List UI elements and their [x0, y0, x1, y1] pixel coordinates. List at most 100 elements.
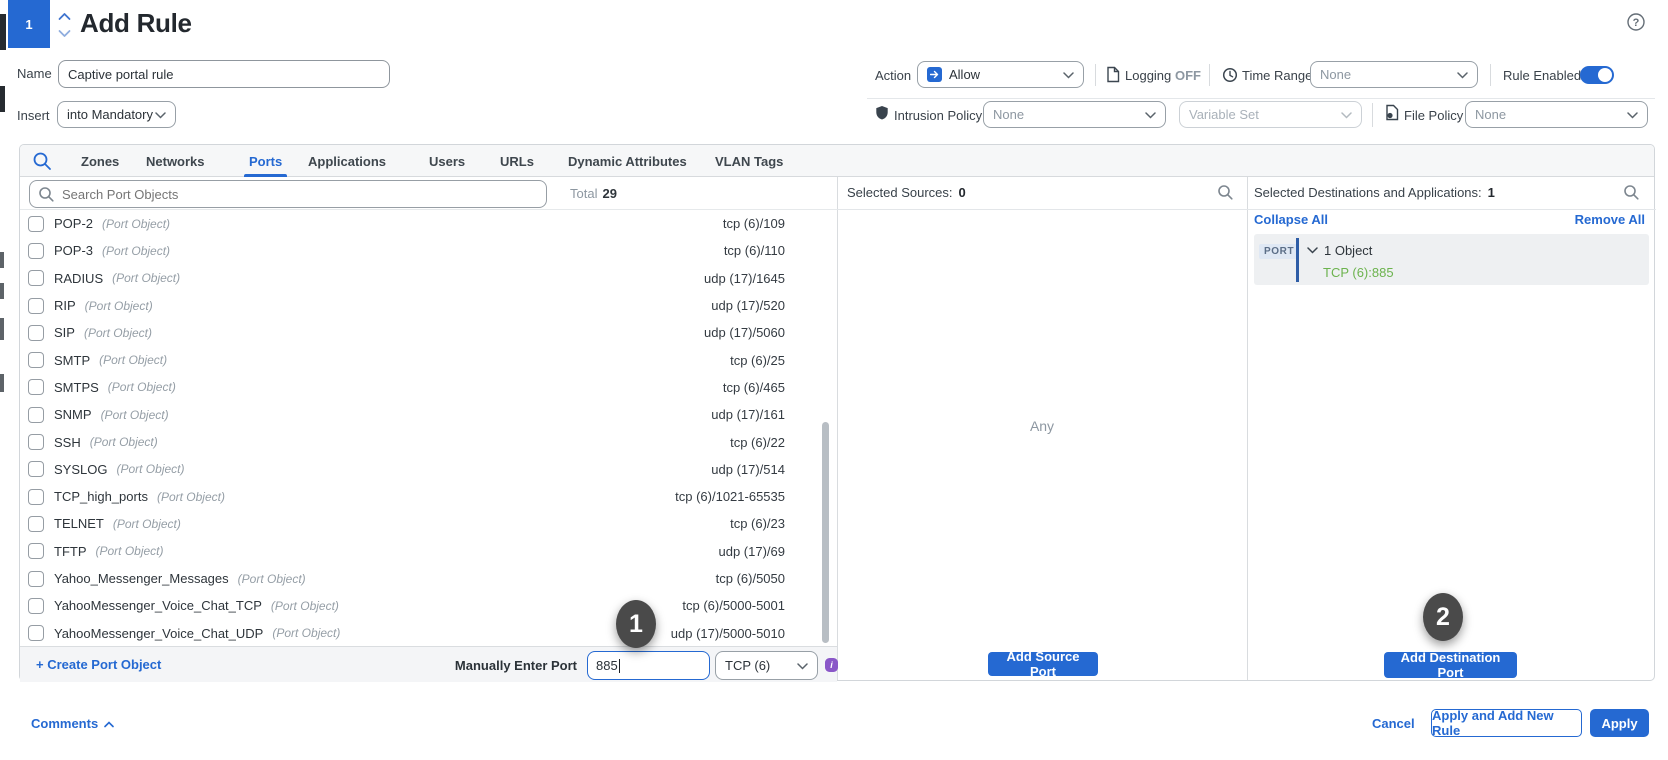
port-row[interactable]: TCP_high_ports (Port Object) tcp (6)/102…: [20, 483, 837, 510]
intrusion-policy-select[interactable]: None: [983, 101, 1166, 128]
port-checkbox[interactable]: [28, 571, 44, 587]
ports-footer: + Create Port Object Manually Enter Port…: [20, 646, 837, 682]
port-checkbox[interactable]: [28, 407, 44, 423]
port-type: (Port Object): [116, 462, 184, 476]
comments-link[interactable]: Comments: [31, 716, 114, 731]
port-row[interactable]: YahooMessenger_Voice_Chat_UDP (Port Obje…: [20, 619, 837, 646]
port-type: (Port Object): [112, 271, 180, 285]
port-checkbox[interactable]: [28, 625, 44, 641]
tab-vlan-tags[interactable]: VLAN Tags: [715, 145, 783, 177]
apply-and-add-new-rule-button[interactable]: Apply and Add New Rule: [1431, 709, 1582, 737]
port-type: (Port Object): [102, 244, 170, 258]
total-value: 29: [602, 186, 616, 201]
port-checkbox[interactable]: [28, 516, 44, 532]
help-icon[interactable]: ?: [1627, 13, 1645, 31]
port-row[interactable]: SNMP (Port Object) udp (17)/161: [20, 401, 837, 428]
port-checkbox[interactable]: [28, 598, 44, 614]
port-row[interactable]: SMTPS (Port Object) tcp (6)/465: [20, 374, 837, 401]
port-name: TFTP: [54, 544, 87, 559]
port-row[interactable]: SYSLOG (Port Object) udp (17)/514: [20, 456, 837, 483]
page-title: Add Rule: [80, 8, 192, 39]
chevron-up-icon[interactable]: [58, 9, 71, 24]
comments-label: Comments: [31, 716, 98, 731]
port-checkbox[interactable]: [28, 216, 44, 232]
time-range-select[interactable]: None: [1310, 61, 1478, 88]
chevron-down-icon[interactable]: [58, 26, 71, 41]
port-checkbox[interactable]: [28, 461, 44, 477]
port-value: tcp (6)/5050: [716, 571, 785, 586]
port-checkbox[interactable]: [28, 243, 44, 259]
insert-select[interactable]: into Mandatory: [57, 101, 176, 128]
port-row[interactable]: POP-2 (Port Object) tcp (6)/109: [20, 210, 837, 237]
port-row[interactable]: POP-3 (Port Object) tcp (6)/110: [20, 237, 837, 264]
port-checkbox[interactable]: [28, 489, 44, 505]
sources-header-label: Selected Sources:: [847, 185, 953, 200]
protocol-select[interactable]: TCP (6): [715, 651, 818, 680]
port-row[interactable]: YahooMessenger_Voice_Chat_TCP (Port Obje…: [20, 592, 837, 619]
port-type: (Port Object): [157, 490, 225, 504]
scrollbar-thumb[interactable]: [822, 422, 829, 643]
port-name: SMTPS: [54, 380, 99, 395]
cancel-button[interactable]: Cancel: [1372, 716, 1415, 731]
search-icon[interactable]: [32, 151, 52, 171]
intrusion-policy-value: None: [993, 107, 1024, 122]
action-select[interactable]: Allow: [917, 61, 1084, 88]
manual-port-input[interactable]: 885: [587, 651, 710, 680]
name-input[interactable]: [58, 60, 390, 88]
background-artifact: [0, 252, 4, 268]
file-policy-select[interactable]: None: [1465, 101, 1648, 128]
object-group-toggle[interactable]: 1 Object: [1307, 243, 1372, 258]
port-checkbox[interactable]: [28, 352, 44, 368]
port-search-input[interactable]: [29, 180, 547, 208]
port-type: (Port Object): [101, 408, 169, 422]
tab-dynamic-attributes[interactable]: Dynamic Attributes: [568, 145, 687, 177]
tab-networks[interactable]: Networks: [146, 145, 205, 177]
port-row[interactable]: TELNET (Port Object) tcp (6)/23: [20, 510, 837, 537]
port-checkbox[interactable]: [28, 270, 44, 286]
port-checkbox[interactable]: [28, 434, 44, 450]
port-row[interactable]: SMTP (Port Object) tcp (6)/25: [20, 346, 837, 373]
collapse-all-link[interactable]: Collapse All: [1254, 212, 1328, 227]
tab-users[interactable]: Users: [429, 145, 465, 177]
port-checkbox[interactable]: [28, 379, 44, 395]
tab-ports[interactable]: Ports: [249, 145, 282, 177]
tab-applications[interactable]: Applications: [308, 145, 386, 177]
logging-label[interactable]: Logging: [1125, 68, 1171, 83]
variable-set-select[interactable]: Variable Set: [1179, 101, 1362, 128]
port-row[interactable]: RIP (Port Object) udp (17)/520: [20, 292, 837, 319]
name-label: Name: [17, 66, 52, 81]
info-icon[interactable]: i: [825, 658, 838, 672]
create-port-object-link[interactable]: + Create Port Object: [36, 657, 161, 672]
tab-urls[interactable]: URLs: [500, 145, 534, 177]
port-row[interactable]: TFTP (Port Object) udp (17)/69: [20, 538, 837, 565]
remove-all-link[interactable]: Remove All: [1575, 212, 1645, 227]
port-name: YahooMessenger_Voice_Chat_UDP: [54, 626, 263, 641]
port-row[interactable]: SSH (Port Object) tcp (6)/22: [20, 428, 837, 455]
active-tab-underline: [244, 174, 287, 177]
add-source-port-button[interactable]: Add Source Port: [988, 652, 1098, 676]
insert-value: into Mandatory: [67, 107, 153, 122]
rule-criteria-panel: Zones Networks Ports Applications Users …: [19, 144, 1655, 681]
search-icon[interactable]: [1217, 184, 1234, 201]
chevron-up-icon: [104, 716, 114, 731]
port-checkbox[interactable]: [28, 298, 44, 314]
tab-zones[interactable]: Zones: [81, 145, 119, 177]
tab-label: Users: [429, 154, 465, 169]
chevron-down-icon: [1063, 67, 1074, 82]
toggle-knob: [1598, 68, 1612, 82]
port-group-label: PORT: [1259, 244, 1299, 259]
port-checkbox[interactable]: [28, 325, 44, 341]
port-row[interactable]: SIP (Port Object) udp (17)/5060: [20, 319, 837, 346]
selected-port-value[interactable]: TCP (6):885: [1323, 265, 1394, 280]
port-row[interactable]: RADIUS (Port Object) udp (17)/1645: [20, 265, 837, 292]
rule-enabled-toggle[interactable]: [1580, 66, 1614, 84]
add-destination-port-button[interactable]: Add Destination Port: [1384, 652, 1517, 678]
port-row[interactable]: Yahoo_Messenger_Messages (Port Object) t…: [20, 565, 837, 592]
search-icon[interactable]: [1623, 184, 1640, 201]
port-checkbox[interactable]: [28, 543, 44, 559]
apply-button[interactable]: Apply: [1590, 709, 1649, 737]
port-name: SMTP: [54, 353, 90, 368]
background-artifact: [0, 318, 4, 340]
logging-status: OFF: [1175, 68, 1201, 83]
port-type: (Port Object): [271, 599, 339, 613]
